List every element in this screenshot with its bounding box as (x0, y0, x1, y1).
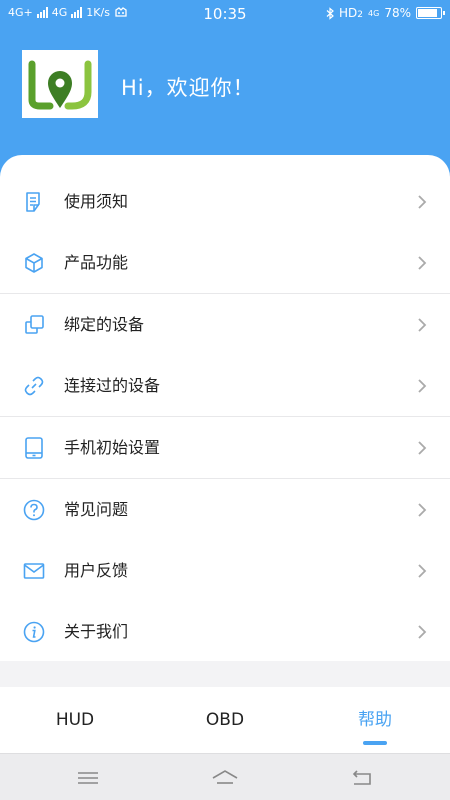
network-type-3: 4G (368, 8, 380, 18)
menu-item-label: 使用须知 (64, 192, 129, 211)
menu-item-label: 用户反馈 (64, 561, 129, 580)
tablet-icon (25, 437, 43, 459)
menu-card: 使用须知 产品功能 绑定的设备 连接过的设备 手机初始设置 常见问题 用户反馈 … (0, 155, 450, 661)
menu-icon[interactable] (74, 767, 102, 789)
battery-icon (416, 7, 445, 19)
menu-item-phone-setup[interactable]: 手机初始设置 (0, 417, 450, 479)
menu-item-label: 连接过的设备 (64, 376, 161, 395)
menu-item-label: 常见问题 (64, 500, 129, 519)
menu-item-label: 绑定的设备 (64, 315, 145, 334)
info-icon (23, 621, 45, 643)
menu-item-about-us[interactable]: 关于我们 (0, 601, 450, 663)
greeting-text: Hi，欢迎你！ (121, 76, 255, 100)
battery-fill (418, 9, 437, 17)
menu-item-bound-devices[interactable]: 绑定的设备 (0, 294, 450, 356)
chevron-right-icon (418, 564, 427, 578)
menu-item-label: 手机初始设置 (64, 438, 161, 457)
cube-icon (25, 253, 43, 273)
status-right: HD2 4G 78% (326, 6, 445, 20)
bluetooth-icon (326, 6, 334, 20)
menu-item-product-features[interactable]: 产品功能 (0, 232, 450, 294)
link-icon (24, 376, 44, 396)
mail-icon (23, 563, 45, 579)
tab-obd[interactable]: OBD (150, 687, 300, 753)
menu-item-feedback[interactable]: 用户反馈 (0, 540, 450, 602)
home-icon[interactable] (211, 767, 239, 789)
chevron-right-icon (418, 318, 427, 332)
chevron-right-icon (418, 256, 427, 270)
menu-item-connected-devices[interactable]: 连接过的设备 (0, 355, 450, 417)
active-tab-indicator (363, 741, 387, 745)
menu-item-label: 关于我们 (64, 622, 129, 641)
app-logo (22, 50, 98, 118)
system-nav-bar (0, 753, 450, 800)
menu-item-label: 产品功能 (64, 253, 129, 272)
menu-item-faq[interactable]: 常见问题 (0, 479, 450, 541)
battery-percent: 78% (384, 6, 411, 20)
question-icon (23, 499, 45, 521)
chevron-right-icon (418, 379, 427, 393)
chevron-right-icon (418, 625, 427, 639)
document-icon (26, 192, 40, 212)
hd-indicator: HD2 (339, 6, 364, 20)
menu-item-usage-notes[interactable]: 使用须知 (0, 171, 450, 233)
back-icon[interactable] (348, 767, 376, 789)
status-bar: 4G+ 4G 1K/s 10:35 HD2 4G 78% (0, 0, 450, 28)
chevron-right-icon (418, 503, 427, 517)
copy-icon (25, 315, 44, 334)
tab-hud[interactable]: HUD (0, 687, 150, 753)
chevron-right-icon (418, 195, 427, 209)
chevron-right-icon (418, 441, 427, 455)
